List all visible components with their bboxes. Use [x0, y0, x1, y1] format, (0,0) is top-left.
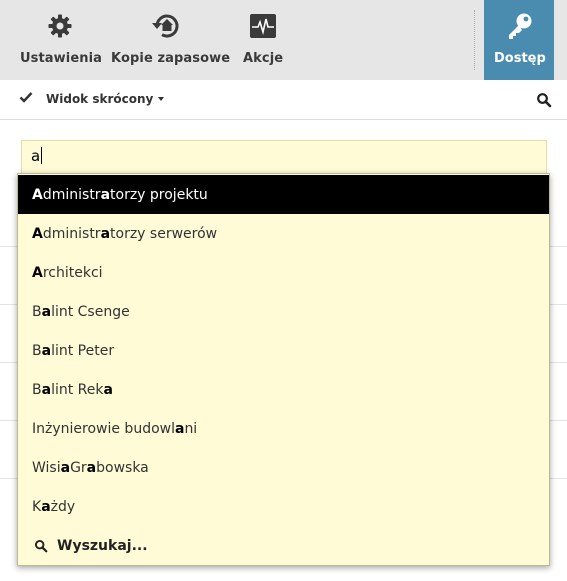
- settings-button[interactable]: Ustawienia: [14, 0, 106, 80]
- autocomplete-dropdown: Administr a torzy projektu Administr a torzy…: [17, 173, 550, 566]
- key-icon: [503, 10, 535, 42]
- suggestion-text: bowska: [96, 459, 149, 476]
- search-icon[interactable]: [536, 92, 552, 108]
- suggestion-match: A: [32, 186, 43, 203]
- suggestion-match: a: [41, 342, 52, 359]
- suggestion-match: a: [60, 459, 71, 476]
- gear-icon: [44, 10, 76, 42]
- suggestion-text: B: [32, 342, 42, 359]
- search-input[interactable]: a: [21, 140, 547, 174]
- suggestion-text: Wisi: [32, 459, 61, 476]
- suggestion-item[interactable]: Architekci: [18, 253, 549, 292]
- main-toolbar: Ustawienia Kopie zapasowe Akcje Dostęp: [0, 0, 567, 87]
- compact-view-toggle[interactable]: Widok skrócony: [19, 91, 165, 106]
- suggestion-match: a: [100, 186, 111, 203]
- suggestion-match: a: [86, 459, 97, 476]
- actions-label: Akcje: [243, 51, 284, 66]
- suggestion-item[interactable]: Inżynierowie budowl a ni: [18, 409, 549, 448]
- access-button[interactable]: Dostęp: [484, 0, 554, 87]
- suggestion-match: a: [41, 498, 51, 515]
- suggestion-text: torzy projektu: [110, 186, 208, 203]
- backups-label: Kopie zapasowe: [111, 51, 231, 66]
- backup-restore-icon: [150, 10, 182, 42]
- suggestion-item[interactable]: Ba lint Csenge: [18, 292, 549, 331]
- suggestion-text: ni: [184, 420, 198, 437]
- text-cursor: [41, 147, 43, 164]
- activity-monitor-icon: [247, 10, 279, 42]
- suggestion-text: Gr: [70, 459, 87, 476]
- search-icon: [34, 539, 48, 553]
- settings-label: Ustawienia: [20, 51, 103, 66]
- suggestion-item[interactable]: Ba lint Rek a: [18, 370, 549, 409]
- suggestion-text: lint Csenge: [51, 303, 130, 320]
- suggestion-text: lint Rek: [51, 381, 104, 398]
- search-input-value: a: [31, 147, 41, 165]
- search-more-label: Wyszukaj...: [57, 537, 148, 554]
- search-more-item[interactable]: Wyszukaj...: [18, 526, 549, 565]
- suggestion-item[interactable]: Wisi a Gr a bowska: [18, 448, 549, 487]
- suggestion-text: rchitekci: [42, 264, 103, 281]
- suggestion-match: a: [174, 420, 185, 437]
- suggestion-match: A: [32, 264, 43, 281]
- suggestion-item[interactable]: Ka żdy: [18, 487, 549, 526]
- chevron-down-icon: [158, 96, 165, 101]
- suggestion-match: a: [103, 381, 113, 398]
- suggestion-item[interactable]: Administr a torzy projektu: [18, 175, 549, 214]
- suggestion-match: a: [41, 381, 52, 398]
- suggestion-item[interactable]: Administr a torzy serwerów: [18, 214, 549, 253]
- suggestion-text: dministr: [42, 186, 101, 203]
- suggestion-text: K: [32, 498, 42, 515]
- view-options-bar: Widok skrócony: [0, 80, 567, 120]
- compact-view-label: Widok skrócony: [46, 91, 154, 106]
- backups-button[interactable]: Kopie zapasowe: [110, 0, 230, 80]
- suggestion-item[interactable]: Ba lint Peter: [18, 331, 549, 370]
- suggestion-text: lint Peter: [51, 342, 115, 359]
- suggestion-text: torzy serwerów: [110, 225, 218, 242]
- suggestion-text: B: [32, 381, 42, 398]
- suggestion-match: A: [32, 225, 43, 242]
- suggestion-text: dministr: [42, 225, 101, 242]
- access-label: Dostęp: [494, 51, 546, 66]
- check-icon: [19, 91, 35, 106]
- suggestion-text: żdy: [50, 498, 76, 515]
- suggestion-match: a: [41, 303, 52, 320]
- suggestion-text: B: [32, 303, 42, 320]
- actions-button[interactable]: Akcje: [236, 0, 288, 80]
- suggestion-match: a: [100, 225, 111, 242]
- suggestion-text: Inżynierowie budowl: [32, 420, 175, 437]
- toolbar-divider: [474, 10, 475, 70]
